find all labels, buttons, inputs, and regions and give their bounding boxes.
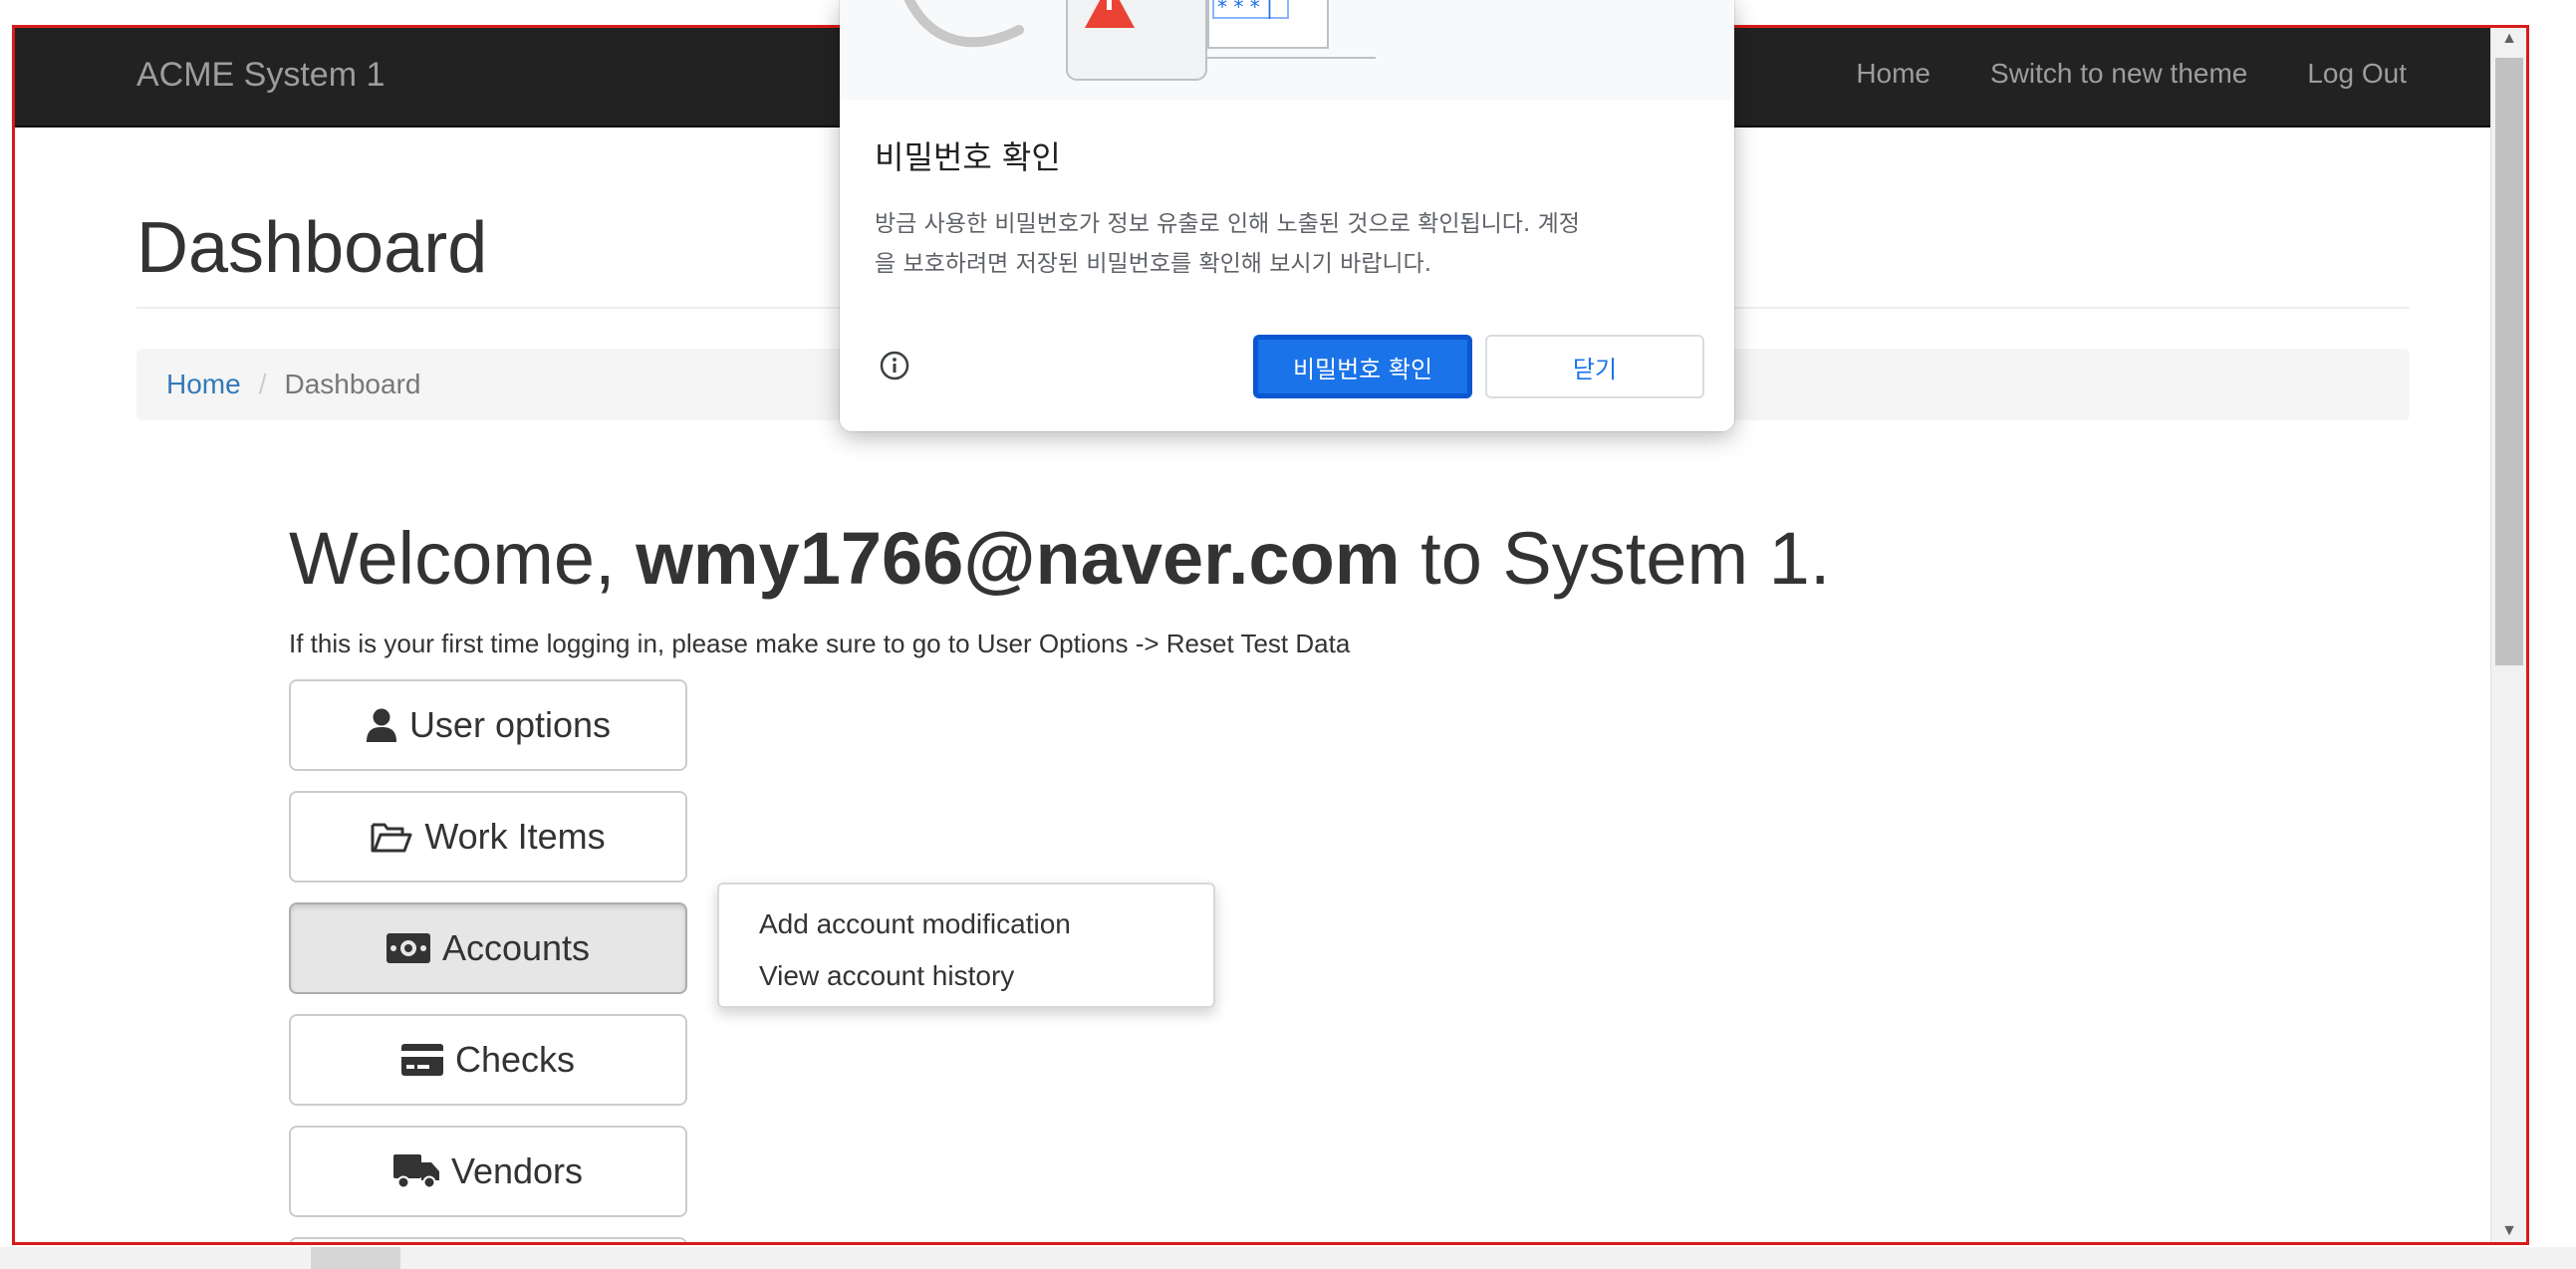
scroll-thumb[interactable] bbox=[2495, 58, 2523, 665]
password-leak-illustration: * * * | bbox=[840, 0, 1734, 100]
breadcrumb-separator: / bbox=[258, 369, 267, 399]
close-dialog-button[interactable]: 닫기 bbox=[1485, 335, 1704, 398]
partial-menu-button[interactable] bbox=[289, 1237, 687, 1242]
breadcrumb-home-link[interactable]: Home bbox=[166, 369, 241, 400]
vendors-label: Vendors bbox=[450, 1150, 584, 1191]
dialog-title: 비밀번호 확인 bbox=[875, 138, 1061, 176]
vertical-scrollbar[interactable]: ▲ ▼ bbox=[2490, 28, 2526, 1242]
welcome-user: wmy1766@naver.com bbox=[636, 517, 1401, 600]
nav-switch-theme-link[interactable]: Switch to new theme bbox=[1990, 58, 2247, 90]
dialog-body: 방금 사용한 비밀번호가 정보 유출로 인해 노출된 것으로 확인됩니다. 계정… bbox=[875, 204, 1701, 284]
folder-open-icon bbox=[371, 823, 412, 853]
info-icon[interactable] bbox=[880, 351, 909, 385]
scroll-down-arrow-icon[interactable]: ▼ bbox=[2491, 1222, 2526, 1240]
navbar-links: Home Switch to new theme Log Out bbox=[1856, 58, 2407, 90]
leak-illustration-icon: * * * | bbox=[904, 0, 1376, 81]
money-bill-icon bbox=[386, 933, 430, 963]
breadcrumb-current: Dashboard bbox=[284, 369, 421, 399]
dashboard-menu: User options Work Items Accounts Checks … bbox=[289, 679, 2281, 1242]
work-items-label: Work Items bbox=[424, 816, 606, 857]
vendors-button[interactable]: Vendors bbox=[289, 1126, 687, 1217]
taskbar-item[interactable] bbox=[311, 1247, 400, 1269]
check-password-button[interactable]: 비밀번호 확인 bbox=[1253, 335, 1472, 398]
scroll-up-arrow-icon[interactable]: ▲ bbox=[2491, 30, 2526, 48]
first-login-hint: If this is your first time logging in, p… bbox=[289, 629, 1351, 658]
accounts-button[interactable]: Accounts bbox=[289, 902, 687, 994]
accounts-label: Accounts bbox=[441, 927, 591, 968]
dialog-body-line-2: 을 보호하려면 저장된 비밀번호를 확인해 보시기 바랍니다. bbox=[875, 251, 1432, 277]
view-account-history-item[interactable]: View account history bbox=[719, 950, 1213, 1002]
nav-home-link[interactable]: Home bbox=[1856, 58, 1931, 90]
taskbar-strip bbox=[0, 1247, 2576, 1269]
accounts-dropdown-menu: Add account modification View account hi… bbox=[717, 883, 1215, 1008]
nav-logout-link[interactable]: Log Out bbox=[2307, 58, 2407, 90]
welcome-suffix: to System 1. bbox=[1400, 517, 1831, 600]
user-icon bbox=[366, 708, 396, 742]
truck-icon bbox=[392, 1154, 439, 1188]
user-options-button[interactable]: User options bbox=[289, 679, 687, 771]
welcome-prefix: Welcome, bbox=[289, 517, 637, 600]
checks-label: Checks bbox=[454, 1039, 576, 1080]
credit-card-icon bbox=[400, 1044, 443, 1076]
work-items-button[interactable]: Work Items bbox=[289, 791, 687, 883]
user-options-label: User options bbox=[408, 704, 612, 745]
dialog-body-line-1: 방금 사용한 비밀번호가 정보 유출로 인해 노출된 것으로 확인됩니다. 계정 bbox=[875, 211, 1580, 237]
add-account-modification-item[interactable]: Add account modification bbox=[719, 898, 1213, 950]
checks-button[interactable]: Checks bbox=[289, 1014, 687, 1106]
password-check-dialog: * * * | 비밀번호 확인 방금 사용한 비밀번호가 정보 유출로 인해 노… bbox=[840, 0, 1734, 431]
brand-link[interactable]: ACME System 1 bbox=[136, 56, 385, 95]
dashboard-content: Welcome, wmy1766@naver.com to System 1. … bbox=[289, 516, 2281, 1242]
welcome-heading: Welcome, wmy1766@naver.com to System 1. bbox=[289, 516, 2281, 601]
illustration-stars: * * * | bbox=[1217, 0, 1273, 19]
